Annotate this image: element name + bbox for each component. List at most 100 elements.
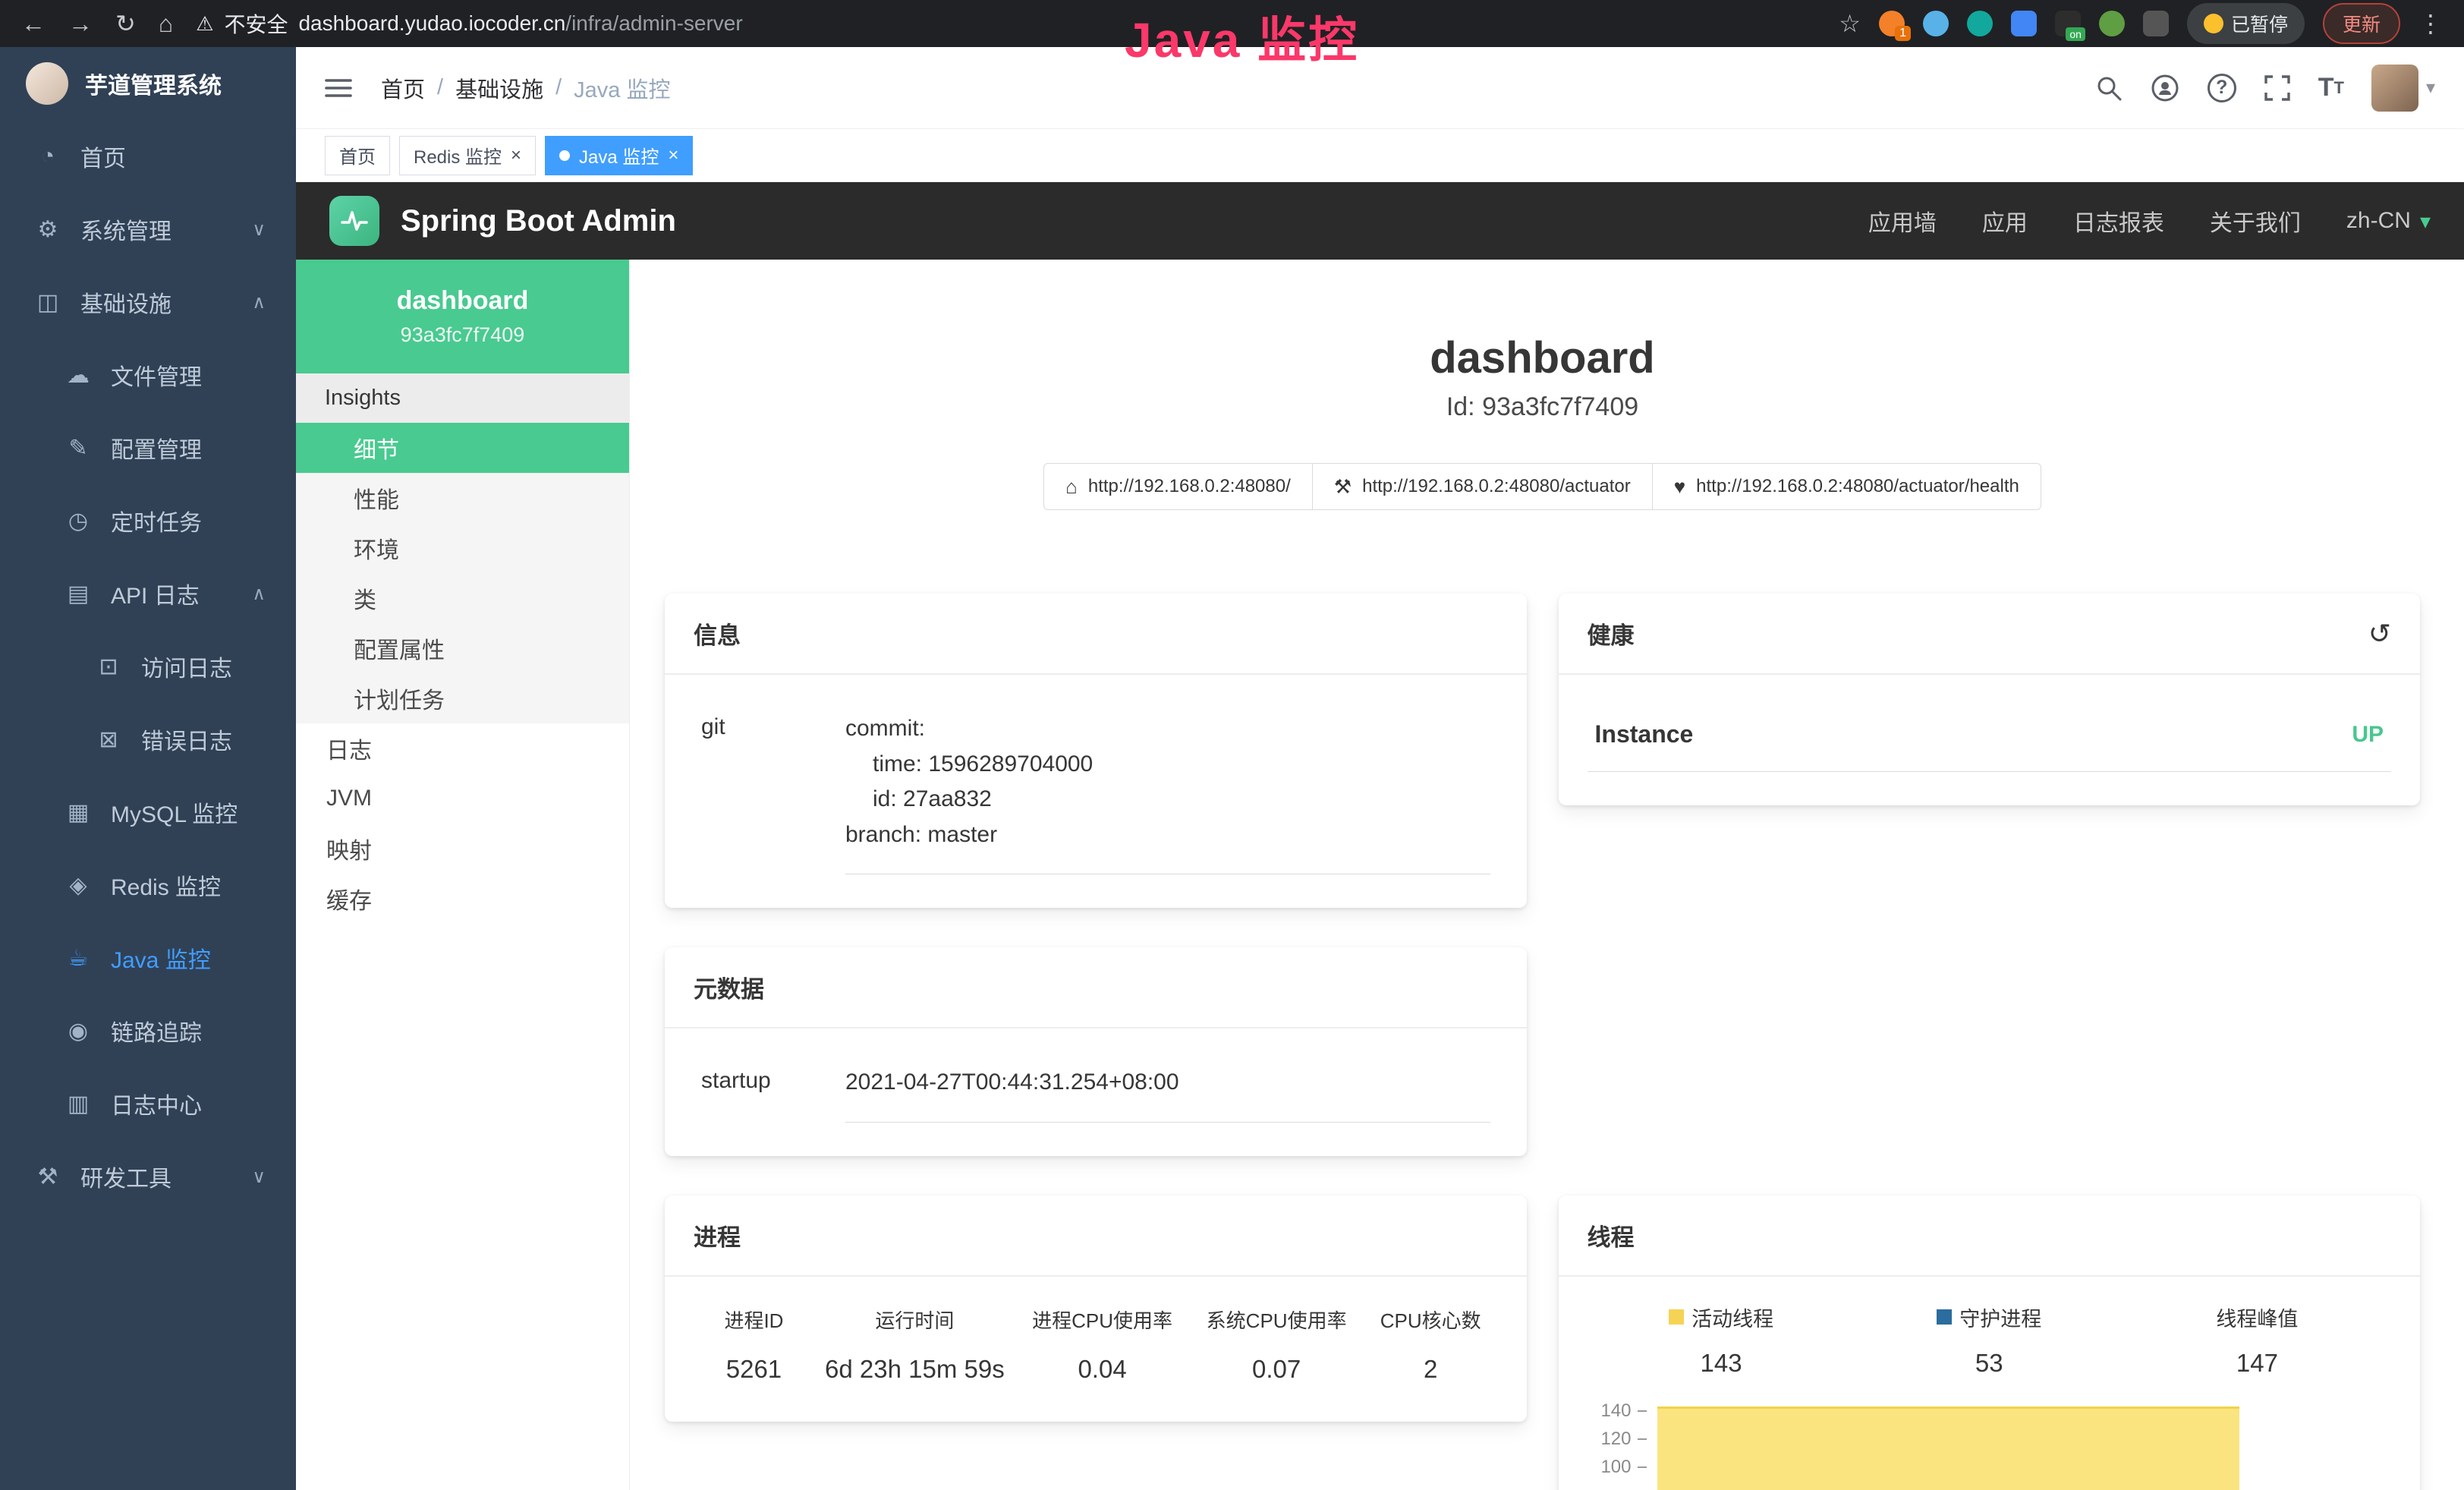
nav-applications[interactable]: 应用	[1982, 204, 2028, 238]
sidebar-item-error-log[interactable]: ⊠错误日志	[0, 703, 296, 776]
sidebar-item-redis-monitor[interactable]: ◈Redis 监控	[0, 849, 296, 921]
process-value: 0.04	[1015, 1355, 1190, 1384]
sba-item-mappings[interactable]: 映射	[296, 824, 629, 874]
sba-item-classes[interactable]: 类	[296, 573, 629, 623]
instance-actuator-link[interactable]: ⚒http://192.168.0.2:48080/actuator	[1313, 463, 1653, 510]
sidebar-item-tracing[interactable]: ◉链路追踪	[0, 994, 296, 1067]
process-header: 系统CPU使用率	[1189, 1306, 1364, 1334]
bookmark-star-icon[interactable]: ☆	[1839, 11, 1861, 36]
extension-icon[interactable]: 1	[1879, 11, 1905, 36]
tab-java-monitor[interactable]: Java 监控×	[545, 136, 693, 175]
sba-item-label: 细节	[354, 431, 399, 465]
close-icon[interactable]: ×	[511, 146, 521, 165]
sba-item-label: 环境	[354, 531, 399, 565]
sidebar-item-file-manage[interactable]: ☁文件管理	[0, 339, 296, 411]
process-value: 2	[1364, 1355, 1498, 1384]
paused-badge[interactable]: 已暂停	[2187, 3, 2305, 44]
sidebar-item-java-monitor[interactable]: ☕Java 监控	[0, 921, 296, 994]
sba-item-logfile[interactable]: 日志	[296, 723, 629, 773]
screen: ← → ↻ ⌂ ⚠ 不安全 dashboard.yudao.iocoder.cn…	[0, 0, 2464, 1490]
sba-item-environment[interactable]: 环境	[296, 523, 629, 573]
sidebar-item-config-manage[interactable]: ✎配置管理	[0, 411, 296, 484]
browser-home-icon[interactable]: ⌂	[159, 11, 173, 36]
user-avatar[interactable]: ▾	[2371, 65, 2435, 112]
breadcrumb-separator: /	[437, 75, 443, 100]
search-icon[interactable]	[2095, 74, 2123, 102]
sba-item-label: 配置属性	[354, 632, 445, 665]
info-line: branch: master	[845, 817, 1490, 853]
sba-item-scheduled-tasks[interactable]: 计划任务	[296, 673, 629, 723]
extension-icon[interactable]: on	[2055, 11, 2081, 36]
update-button[interactable]: 更新	[2323, 3, 2400, 44]
history-icon[interactable]: ↺	[2368, 618, 2391, 650]
browser-refresh-icon[interactable]: ↻	[115, 11, 136, 36]
caret-down-icon: ▾	[2426, 77, 2435, 99]
sba-item-caches[interactable]: 缓存	[296, 874, 629, 924]
cards-grid: 信息 git commit: time: 1596289704000 id: 2…	[665, 594, 2420, 1490]
sba-item-config-props[interactable]: 配置属性	[296, 623, 629, 673]
sidebar-item-dev-tools[interactable]: ⚒研发工具∨	[0, 1140, 296, 1213]
browser-forward-icon[interactable]: →	[68, 11, 93, 36]
legend-peak-threads: 线程峰值	[2123, 1303, 2391, 1332]
sidebar-item-label: Redis 监控	[111, 868, 221, 902]
instance-health-link[interactable]: ♥http://192.168.0.2:48080/actuator/healt…	[1653, 463, 2041, 510]
instance-header[interactable]: dashboard 93a3fc7f7409	[296, 260, 629, 373]
sba-item-performance[interactable]: 性能	[296, 473, 629, 523]
chevron-up-icon: ∧	[252, 583, 266, 605]
health-icon: ♥	[1674, 475, 1685, 499]
sidebar-item-api-log[interactable]: ▤API 日志∧	[0, 557, 296, 630]
sidebar-item-infrastructure[interactable]: ◫基础设施∧	[0, 266, 296, 339]
sidebar-item-home[interactable]: ◔首页	[0, 120, 296, 193]
nav-wallboard[interactable]: 应用墙	[1868, 204, 1937, 238]
breadcrumb-home[interactable]: 首页	[381, 72, 425, 104]
y-axis-tick: 120	[1588, 1429, 1647, 1450]
github-icon[interactable]	[2150, 73, 2180, 103]
info-row-git: git commit: time: 1596289704000 id: 27aa…	[694, 696, 1498, 874]
font-size-icon[interactable]: TT	[2318, 73, 2344, 102]
sidebar-item-system-manage[interactable]: ⚙系统管理∨	[0, 193, 296, 266]
instance-home-link[interactable]: ⌂http://192.168.0.2:48080/	[1043, 463, 1313, 510]
scheduled-job-icon: ◷	[64, 508, 93, 534]
extension-icon[interactable]	[1923, 11, 1949, 36]
address-bar[interactable]: ⚠ 不安全 dashboard.yudao.iocoder.cn/infra/a…	[196, 8, 743, 39]
sba-item-details[interactable]: 细节	[296, 423, 629, 473]
sidebar-item-log-center[interactable]: ▥日志中心	[0, 1067, 296, 1140]
breadcrumb-infrastructure[interactable]: 基础设施	[455, 72, 543, 104]
locale-selector[interactable]: zh-CN▾	[2346, 208, 2431, 234]
close-icon[interactable]: ×	[668, 146, 678, 165]
process-value: 5261	[694, 1355, 814, 1384]
process-header: 运行时间	[814, 1306, 1015, 1334]
extension-icon[interactable]	[1967, 11, 1993, 36]
extension-icon[interactable]	[2143, 11, 2169, 36]
tab-home[interactable]: 首页	[325, 136, 390, 175]
wrench-icon: ⚒	[1334, 475, 1352, 499]
sba-content: dashboard Id: 93a3fc7f7409 ⌂http://192.1…	[630, 260, 2464, 1490]
browser-back-icon[interactable]: ←	[21, 11, 46, 36]
active-threads-swatch	[1669, 1309, 1684, 1325]
sidebar-item-mysql-monitor[interactable]: ▦MySQL 监控	[0, 776, 296, 849]
sba-title: Spring Boot Admin	[401, 204, 676, 238]
browser-toolbar-right: ☆ 1 on 已暂停 更新 ⋮	[1839, 3, 2443, 44]
chevron-down-icon: ∨	[252, 1166, 266, 1188]
extension-icon[interactable]	[2011, 11, 2037, 36]
daemon-threads-swatch	[1937, 1309, 1952, 1325]
sidebar-item-access-log[interactable]: ⊡访问日志	[0, 630, 296, 703]
nav-about[interactable]: 关于我们	[2210, 204, 2301, 238]
sba-item-jvm[interactable]: JVM	[296, 773, 629, 824]
extension-icon[interactable]	[2099, 11, 2125, 36]
browser-menu-icon[interactable]: ⋮	[2418, 11, 2443, 36]
app-logo[interactable]: 芋道管理系统	[0, 47, 296, 120]
help-icon[interactable]: ?	[2208, 74, 2236, 102]
tab-redis-monitor[interactable]: Redis 监控×	[399, 136, 536, 175]
nav-journal[interactable]: 日志报表	[2073, 204, 2164, 238]
sidebar-item-label: 首页	[80, 140, 126, 173]
sidebar-item-scheduled-job[interactable]: ◷定时任务	[0, 484, 296, 557]
metadata-card: 元数据 startup 2021-04-27T00:44:31.254+08:0…	[665, 947, 1527, 1156]
sidebar-item-label: 配置管理	[111, 431, 202, 465]
health-row-instance: Instance UP	[1588, 696, 2392, 772]
sidebar-toggle-icon[interactable]	[325, 76, 352, 100]
process-card: 进程 进程ID 运行时间 进程CPU使用率 系统CPU使用率 CPU核心数 52…	[665, 1195, 1527, 1422]
fullscreen-icon[interactable]	[2264, 74, 2291, 102]
paused-label: 已暂停	[2231, 10, 2288, 37]
sidebar-item-label: 链路追踪	[111, 1014, 202, 1047]
